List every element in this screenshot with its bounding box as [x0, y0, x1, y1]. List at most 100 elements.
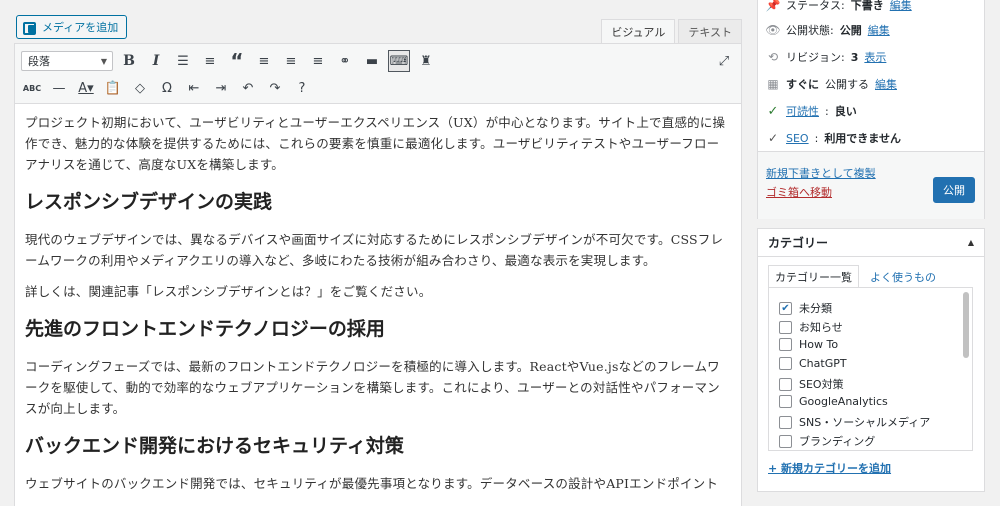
paste-text-icon[interactable]: 📋 — [102, 77, 124, 99]
checkbox[interactable] — [779, 338, 792, 351]
toolbar-toggle-icon[interactable]: ⌨ — [388, 50, 410, 72]
list-item[interactable]: お知らせ — [779, 319, 843, 335]
align-left-icon[interactable]: ≡ — [253, 50, 275, 72]
publish-actions: 新規下書きとして複製 ゴミ箱へ移動 公開 — [758, 151, 984, 219]
readability-row: ✓ 可読性: 良い — [767, 103, 857, 119]
revision-value: 3 — [850, 50, 859, 64]
toolbar-row-1: 段落 ▼ B I ☰ ≡ “ ≡ ≡ ≡ ⚭ ▬ ⌨ ♜ — [21, 47, 437, 75]
collapse-arrow-icon[interactable]: ▲ — [968, 238, 974, 247]
link-icon[interactable]: ⚭ — [334, 50, 356, 72]
indent-icon[interactable]: ⇥ — [210, 77, 232, 99]
category-label: 未分類 — [799, 302, 832, 315]
help-icon[interactable]: ? — [291, 77, 313, 99]
category-label: SEO対策 — [799, 378, 844, 391]
status-edit-link[interactable]: 編集 — [890, 0, 912, 13]
copy-draft-link[interactable]: 新規下書きとして複製 — [766, 165, 876, 181]
checkbox[interactable]: ✔ — [779, 301, 792, 315]
revision-label: リビジョン: — [786, 51, 845, 64]
add-category-link[interactable]: + 新規カテゴリーを追加 — [768, 460, 891, 476]
read-more-icon[interactable]: ▬ — [361, 50, 383, 72]
trash-link[interactable]: ゴミ箱へ移動 — [766, 184, 832, 200]
tab-all-categories[interactable]: カテゴリー一覧 — [768, 265, 859, 288]
bullet-list-icon[interactable]: ☰ — [172, 50, 194, 72]
list-item[interactable]: GoogleAnalytics — [779, 395, 888, 408]
redo-icon[interactable]: ↷ — [264, 77, 286, 99]
status-value: 下書き — [850, 0, 884, 12]
category-box: カテゴリー ▲ カテゴリー一覧 よく使うもの ✔ 未分類 お知らせ How To… — [757, 228, 985, 492]
outdent-icon[interactable]: ⇤ — [183, 77, 205, 99]
undo-icon[interactable]: ↶ — [237, 77, 259, 99]
tab-text[interactable]: テキスト — [678, 19, 742, 43]
bold-icon[interactable]: B — [118, 50, 140, 72]
post-editor: メディアを追加 ビジュアル テキスト 段落 ▼ B I ☰ ≡ “ ≡ ≡ ≡ … — [14, 0, 742, 506]
checkbox[interactable] — [779, 415, 792, 429]
tab-popular-categories[interactable]: よく使うもの — [867, 265, 939, 288]
editor-toolbar: 段落 ▼ B I ☰ ≡ “ ≡ ≡ ≡ ⚭ ▬ ⌨ ♜ ABC — A▾ � — [15, 44, 741, 104]
checkbox[interactable] — [779, 395, 792, 408]
paragraph: 詳しくは、関連記事「レスポンシブデザインとは？」をご覧ください。 — [25, 284, 432, 299]
category-header[interactable]: カテゴリー ▲ — [758, 229, 984, 257]
strikethrough-icon[interactable]: ABC — [21, 77, 43, 99]
eye-icon: 👁 — [765, 23, 781, 37]
add-media-button[interactable]: メディアを追加 — [16, 15, 128, 39]
toolbar-row-2: ABC — A▾ 📋 ◇ Ω ⇤ ⇥ ↶ ↷ ? — [21, 74, 313, 102]
align-right-icon[interactable]: ≡ — [307, 50, 329, 72]
checkbox[interactable] — [779, 357, 792, 370]
revision-view-link[interactable]: 表示 — [864, 49, 886, 65]
list-item[interactable]: SEO対策 — [779, 376, 844, 392]
clear-formatting-icon[interactable]: ◇ — [129, 77, 151, 99]
special-character-icon[interactable]: Ω — [156, 77, 178, 99]
media-icon — [23, 20, 37, 35]
fullscreen-icon[interactable]: ⤢ — [713, 50, 735, 72]
tab-visual[interactable]: ビジュアル — [601, 19, 676, 43]
list-item[interactable]: ブランディング — [779, 433, 875, 449]
paragraph: コーディングフェーズでは、最新のフロントエンドテクノロジーを積極的に導入します。… — [25, 359, 720, 416]
spy-icon[interactable]: ♜ — [415, 50, 437, 72]
publish-box: 📌 ステータス: 下書き 編集 👁 公開状態: 公開 編集 ⟲ リビジョン: 3… — [757, 0, 985, 219]
chevron-down-icon: ▼ — [100, 56, 107, 66]
editor-frame: 段落 ▼ B I ☰ ≡ “ ≡ ≡ ≡ ⚭ ▬ ⌨ ♜ ABC — A▾ � — [14, 43, 742, 506]
paragraph: プロジェクト初期において、ユーザビリティとユーザーエクスペリエンス（UX）が中心… — [25, 115, 726, 172]
list-item[interactable]: ChatGPT — [779, 357, 847, 370]
schedule-value: すぐに — [786, 78, 819, 91]
seo-value: 利用できません — [824, 132, 901, 145]
blockquote-icon[interactable]: “ — [226, 49, 248, 73]
list-item[interactable]: SNS・ソーシャルメディア — [779, 414, 930, 430]
revision-row: ⟲ リビジョン: 3 表示 — [766, 49, 886, 65]
heading: レスポンシブデザインの実践 — [25, 191, 273, 213]
schedule-edit-link[interactable]: 編集 — [875, 76, 897, 92]
align-center-icon[interactable]: ≡ — [280, 50, 302, 72]
readability-link[interactable]: 可読性 — [786, 103, 819, 119]
numbered-list-icon[interactable]: ≡ — [199, 50, 221, 72]
horizontal-line-icon[interactable]: — — [48, 77, 70, 99]
checkbox[interactable] — [779, 320, 792, 334]
category-tabs: カテゴリー一覧 よく使うもの — [768, 265, 939, 288]
publish-button[interactable]: 公開 — [933, 177, 975, 203]
category-scrollbar[interactable] — [963, 292, 969, 358]
visibility-value: 公開 — [839, 24, 862, 37]
paragraph: 現代のウェブデザインでは、異なるデバイスや画面サイズに対応するためにレスポンシブ… — [25, 232, 724, 268]
heading: 先進のフロントエンドテクノロジーの採用 — [25, 318, 385, 340]
format-select[interactable]: 段落 ▼ — [21, 51, 113, 71]
visibility-label: 公開状態: — [786, 24, 834, 37]
list-item[interactable]: ✔ 未分類 — [779, 300, 832, 316]
schedule-label: 公開する — [825, 78, 869, 91]
list-item[interactable]: How To — [779, 338, 838, 351]
category-label: お知らせ — [799, 321, 843, 334]
checkbox[interactable] — [779, 377, 792, 391]
category-title: カテゴリー — [768, 236, 829, 250]
seo-row: ✓ SEO: 利用できません — [767, 131, 901, 145]
history-icon: ⟲ — [767, 50, 779, 64]
visibility-edit-link[interactable]: 編集 — [868, 22, 890, 38]
seo-check-icon: ✓ — [767, 131, 779, 145]
category-label: ブランディング — [799, 435, 876, 448]
category-label: SNS・ソーシャルメディア — [799, 416, 931, 429]
pin-icon: 📌 — [765, 0, 781, 12]
seo-link[interactable]: SEO — [786, 132, 809, 145]
text-color-icon[interactable]: A▾ — [75, 77, 97, 99]
checkbox[interactable] — [779, 434, 792, 448]
editor-content[interactable]: プロジェクト初期において、ユーザビリティとユーザーエクスペリエンス（UX）が中心… — [15, 104, 741, 494]
italic-icon[interactable]: I — [145, 50, 167, 72]
visibility-row: 👁 公開状態: 公開 編集 — [765, 22, 890, 38]
calendar-icon: ▦ — [767, 77, 779, 91]
